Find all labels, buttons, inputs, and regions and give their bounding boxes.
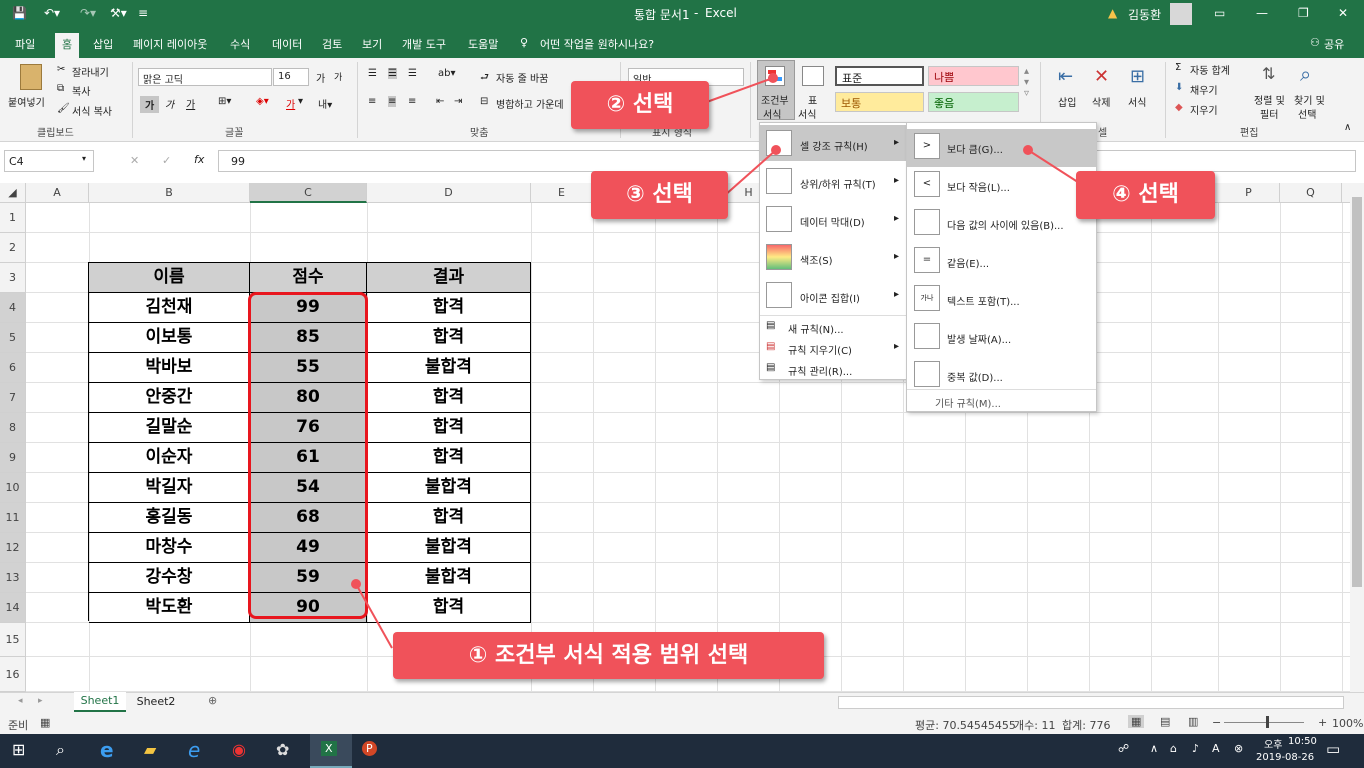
ie-icon[interactable]: e [188,738,200,762]
arrow-dot [351,579,361,589]
powerpoint-icon[interactable]: P [362,741,377,756]
zoom-out-icon[interactable]: − [1212,716,1221,729]
page-layout-view-icon[interactable]: ▤ [1160,715,1170,728]
arrow-dot [768,73,778,83]
zoom-in-icon[interactable]: + [1318,716,1327,729]
normal-view-icon[interactable]: ▦ [1128,715,1145,728]
tray-chevron-icon[interactable]: ∧ [1150,742,1158,755]
callout-step-2: ② 선택 [571,81,709,129]
page-break-view-icon[interactable]: ▥ [1188,715,1198,728]
clock-ampm: 오후 [1264,740,1283,751]
status-average: 평균: 70.54545455 [915,719,1016,732]
sheet-tab[interactable]: Sheet2 [128,693,184,711]
sheet-tab-bar: ◂ ▸ Sheet1 Sheet2 ⊕ [0,692,1364,712]
edge-icon[interactable]: e [100,738,114,762]
scrollbar-thumb[interactable] [1352,197,1362,587]
excel-taskbar-item[interactable]: X [310,734,352,768]
status-sum: 합계: 776 [1062,719,1111,732]
zoom-level[interactable]: 100% [1332,717,1363,730]
zoom-slider[interactable] [1224,722,1304,723]
status-ready: 준비 [8,719,29,732]
scroll-left-icon[interactable]: ◂ [18,696,23,706]
arrow-line [723,149,777,197]
taskbar: ⊞ ⌕ e ▰ e ◉ ✿ X P ☍ ∧ ⌂ ♪ A ⊗ 오후 10:50 2… [0,734,1364,768]
add-sheet-icon[interactable]: ⊕ [208,694,217,707]
chrome-icon[interactable]: ◉ [232,740,246,759]
people-icon[interactable]: ☍ [1118,742,1129,755]
sheet-tab-active[interactable]: Sheet1 [74,692,126,712]
arrow-line [355,583,393,649]
excel-icon: X [321,741,337,756]
app-icon[interactable]: ✿ [276,740,289,759]
vertical-scrollbar[interactable] [1350,183,1364,692]
arrow-line [703,77,774,104]
clock-date: 2019-08-26 [1256,752,1315,763]
callout-step-4: ④ 선택 [1076,171,1215,219]
ime-icon[interactable]: A [1212,742,1220,755]
callout-step-1: ① 조건부 서식 적용 범위 선택 [393,632,824,679]
status-bar: 준비 ▦ 평균: 70.54545455 개수: 11 합계: 776 ▦ ▤ … [0,712,1364,734]
volume-icon[interactable]: ♪ [1192,742,1199,755]
network-icon[interactable]: ⌂ [1170,742,1177,755]
notification-icon-x[interactable]: ⊗ [1234,742,1243,755]
clock-time: 10:50 [1288,736,1317,747]
arrow-dot [1023,145,1033,155]
status-count: 개수: 11 [1014,719,1056,732]
arrow-dot [771,145,781,155]
scroll-right-icon[interactable]: ▸ [38,696,43,706]
search-icon[interactable]: ⌕ [56,740,65,760]
windows-start-icon[interactable]: ⊞ [12,740,25,759]
file-explorer-icon[interactable]: ▰ [144,740,156,759]
zoom-slider-thumb[interactable] [1266,716,1269,728]
macro-record-icon[interactable]: ▦ [40,716,50,729]
action-center-icon[interactable]: ▭ [1326,740,1340,758]
callout-step-3: ③ 선택 [591,171,728,219]
horizontal-scrollbar[interactable] [838,696,1344,709]
